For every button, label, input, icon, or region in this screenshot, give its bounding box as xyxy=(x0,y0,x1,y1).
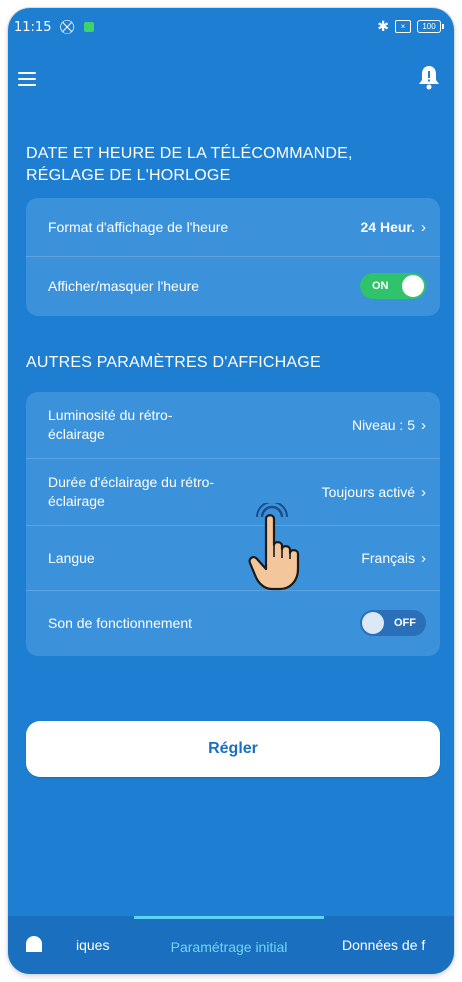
show-hide-time-label: Afficher/masquer l'heure xyxy=(48,277,200,294)
menu-icon[interactable] xyxy=(18,72,36,86)
time-format-label: Format d'affichage de l'heure xyxy=(48,218,229,235)
section-title-display: AUTRES PARAMÈTRES D'AFFICHAGE xyxy=(26,354,321,371)
home-icon[interactable] xyxy=(24,934,44,954)
backlight-brightness-row[interactable]: Luminosité du rétro- éclairage Niveau : … xyxy=(26,392,440,459)
status-time: 11:15 xyxy=(14,20,52,35)
bell-icon[interactable] xyxy=(418,64,440,90)
toggle-knob xyxy=(362,612,384,634)
backlight-duration-value: Toujours activé › xyxy=(321,483,426,501)
language-row[interactable]: Langue Français › xyxy=(26,526,440,591)
hand-cursor-icon xyxy=(244,501,324,595)
backlight-brightness-label: Luminosité du rétro- éclairage xyxy=(48,407,173,442)
language-label: Langue xyxy=(48,549,95,566)
set-button[interactable]: Régler xyxy=(26,721,440,777)
bottom-tab-bar: iques Paramétrage initial Données de f xyxy=(8,916,454,974)
chevron-right-icon: › xyxy=(421,549,426,567)
toggle-knob xyxy=(402,275,424,297)
chevron-right-icon: › xyxy=(421,416,426,434)
chevron-right-icon: › xyxy=(421,218,426,236)
sim-icon: × xyxy=(395,20,411,33)
status-bar: 11:15 ⛒ ✱ × 100 xyxy=(8,8,454,48)
backlight-duration-row[interactable]: Durée d'éclairage du rétro- éclairage To… xyxy=(26,459,440,526)
status-right-group: ✱ × 100 xyxy=(377,18,444,35)
show-time-toggle[interactable]: ON xyxy=(360,273,426,299)
tab-data[interactable]: Données de f xyxy=(342,916,425,974)
chevron-right-icon: › xyxy=(421,483,426,501)
app-notification-icon xyxy=(84,22,94,32)
operation-sound-toggle[interactable]: OFF xyxy=(360,610,426,636)
battery-icon: 100 xyxy=(417,20,444,33)
language-value: Français › xyxy=(361,549,426,567)
show-hide-time-row: Afficher/masquer l'heure ON xyxy=(26,257,440,315)
operation-sound-row: Son de fonctionnement OFF xyxy=(26,591,440,655)
backlight-brightness-value: Niveau : 5 › xyxy=(351,416,426,434)
tab-initial-setup[interactable]: Paramétrage initial xyxy=(134,916,324,974)
operation-sound-label: Son de fonctionnement xyxy=(48,614,192,631)
tab-iques[interactable]: iques xyxy=(76,916,109,974)
backlight-duration-label: Durée d'éclairage du rétro- éclairage xyxy=(48,474,215,509)
no-data-icon: ⛒ xyxy=(60,18,75,34)
time-format-value: 24 Heur. › xyxy=(360,218,426,236)
display-settings-card: Luminosité du rétro- éclairage Niveau : … xyxy=(26,392,440,656)
section-title-clock: DATE ET HEURE DE LA TÉLÉCOMMANDE, RÉGLAG… xyxy=(26,145,353,184)
time-format-row[interactable]: Format d'affichage de l'heure 24 Heur. › xyxy=(26,198,440,257)
bluetooth-icon: ✱ xyxy=(377,18,389,34)
battery-level: 100 xyxy=(417,20,441,33)
phone-screen: 11:15 ⛒ ✱ × 100 DATE ET HEURE DE LA TÉLÉ… xyxy=(8,8,454,974)
clock-settings-card: Format d'affichage de l'heure 24 Heur. ›… xyxy=(26,198,440,316)
